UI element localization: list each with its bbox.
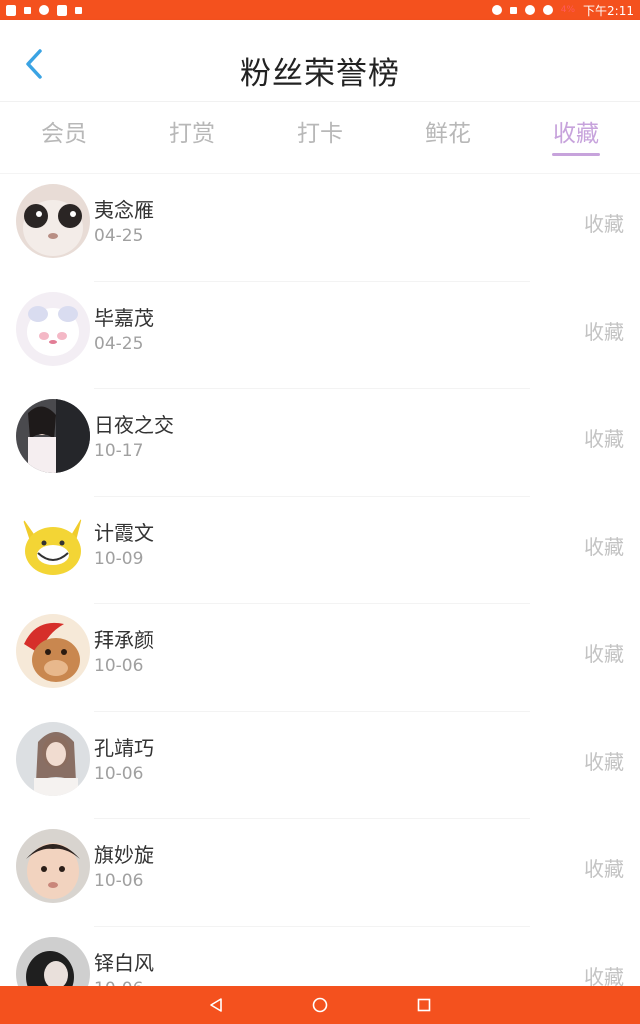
avatar[interactable]: [16, 829, 90, 903]
nav-recents-button[interactable]: [415, 996, 433, 1014]
user-date: 10-09: [94, 548, 144, 569]
tab-bar: 会员 打赏 打卡 鲜花 收藏: [0, 102, 640, 174]
recents-square-icon: [417, 998, 431, 1012]
wifi-icon: [39, 5, 49, 15]
nav-home-button[interactable]: [311, 996, 329, 1014]
tab-favorites[interactable]: 收藏: [512, 102, 640, 173]
user-name: 日夜之交: [94, 413, 174, 437]
user-name: 铎白风: [94, 950, 154, 975]
clock: 下午2:11: [583, 3, 634, 18]
status-left-icons: [6, 4, 82, 16]
user-name: 计霞文: [94, 520, 154, 545]
action-label: 收藏: [584, 212, 624, 236]
tab-label: 打赏: [169, 121, 215, 147]
user-name: 拜承颜: [94, 628, 154, 652]
user-date: 04-25: [94, 333, 144, 354]
action-label: 收藏: [584, 857, 624, 881]
list-item[interactable]: 日夜之交 10-17 收藏: [0, 389, 640, 497]
avatar[interactable]: [16, 614, 90, 688]
user-date: 10-06: [94, 763, 144, 784]
status-bar: 4% 下午2:11: [0, 0, 640, 20]
page-title: 粉丝荣誉榜: [240, 56, 400, 92]
tab-tips[interactable]: 打赏: [128, 102, 256, 173]
action-label: 收藏: [584, 642, 624, 666]
user-date: 04-25: [94, 226, 144, 246]
avatar[interactable]: [16, 184, 90, 258]
user-date: 10-06: [94, 871, 144, 891]
back-triangle-icon: [210, 998, 222, 1012]
tab-label: 收藏: [553, 121, 599, 147]
tab-label: 鲜花: [425, 121, 471, 147]
location-icon: [491, 5, 502, 15]
action-label: 收藏: [584, 749, 624, 774]
action-label: 收藏: [584, 427, 624, 451]
user-name: 孔靖巧: [94, 735, 154, 760]
battery-level: 4%: [560, 5, 576, 15]
nav-back-button[interactable]: [207, 996, 225, 1014]
fan-list: 夷念雁 04-25 收藏 毕嘉茂 04-25 收藏 日夜之交 10-17 收藏 …: [0, 174, 640, 1024]
avatar[interactable]: [16, 399, 90, 473]
app-notification-icon: [24, 6, 31, 14]
list-item[interactable]: 旗妙旋 10-06 收藏: [0, 819, 640, 927]
tab-checkin[interactable]: 打卡: [256, 102, 384, 173]
list-item[interactable]: 计霞文 10-09 收藏: [0, 497, 640, 605]
avatar[interactable]: [16, 291, 90, 366]
list-item[interactable]: 夷念雁 04-25 收藏: [0, 174, 640, 282]
header: 粉丝荣誉榜: [0, 20, 640, 102]
notification-icon: [6, 4, 16, 16]
bluetooth-icon: [509, 6, 517, 14]
signal-icon: [542, 5, 553, 15]
user-date: 10-17: [94, 441, 144, 461]
avatar[interactable]: [16, 506, 90, 581]
tab-active-indicator: [552, 153, 600, 156]
system-nav-bar: [0, 986, 640, 1024]
app-notification-icon-2: [75, 6, 82, 14]
do-not-disturb-icon: [524, 5, 535, 15]
user-name: 旗妙旋: [94, 843, 154, 867]
user-name: 夷念雁: [94, 198, 154, 222]
list-item[interactable]: 毕嘉茂 04-25 收藏: [0, 282, 640, 390]
list-item[interactable]: 孔靖巧 10-06 收藏: [0, 712, 640, 820]
action-label: 收藏: [584, 534, 624, 559]
list-item[interactable]: 拜承颜 10-06 收藏: [0, 604, 640, 712]
status-right-icons: 4% 下午2:11: [491, 2, 634, 19]
tab-label: 打卡: [297, 121, 343, 147]
avatar[interactable]: [16, 721, 90, 796]
tab-flowers[interactable]: 鲜花: [384, 102, 512, 173]
home-circle-icon: [312, 997, 328, 1013]
tab-label: 会员: [41, 121, 87, 147]
user-name: 毕嘉茂: [94, 305, 154, 330]
user-date: 10-06: [94, 656, 144, 676]
action-label: 收藏: [584, 319, 624, 344]
battery-charging-icon: [57, 4, 67, 16]
tab-members[interactable]: 会员: [0, 102, 128, 173]
